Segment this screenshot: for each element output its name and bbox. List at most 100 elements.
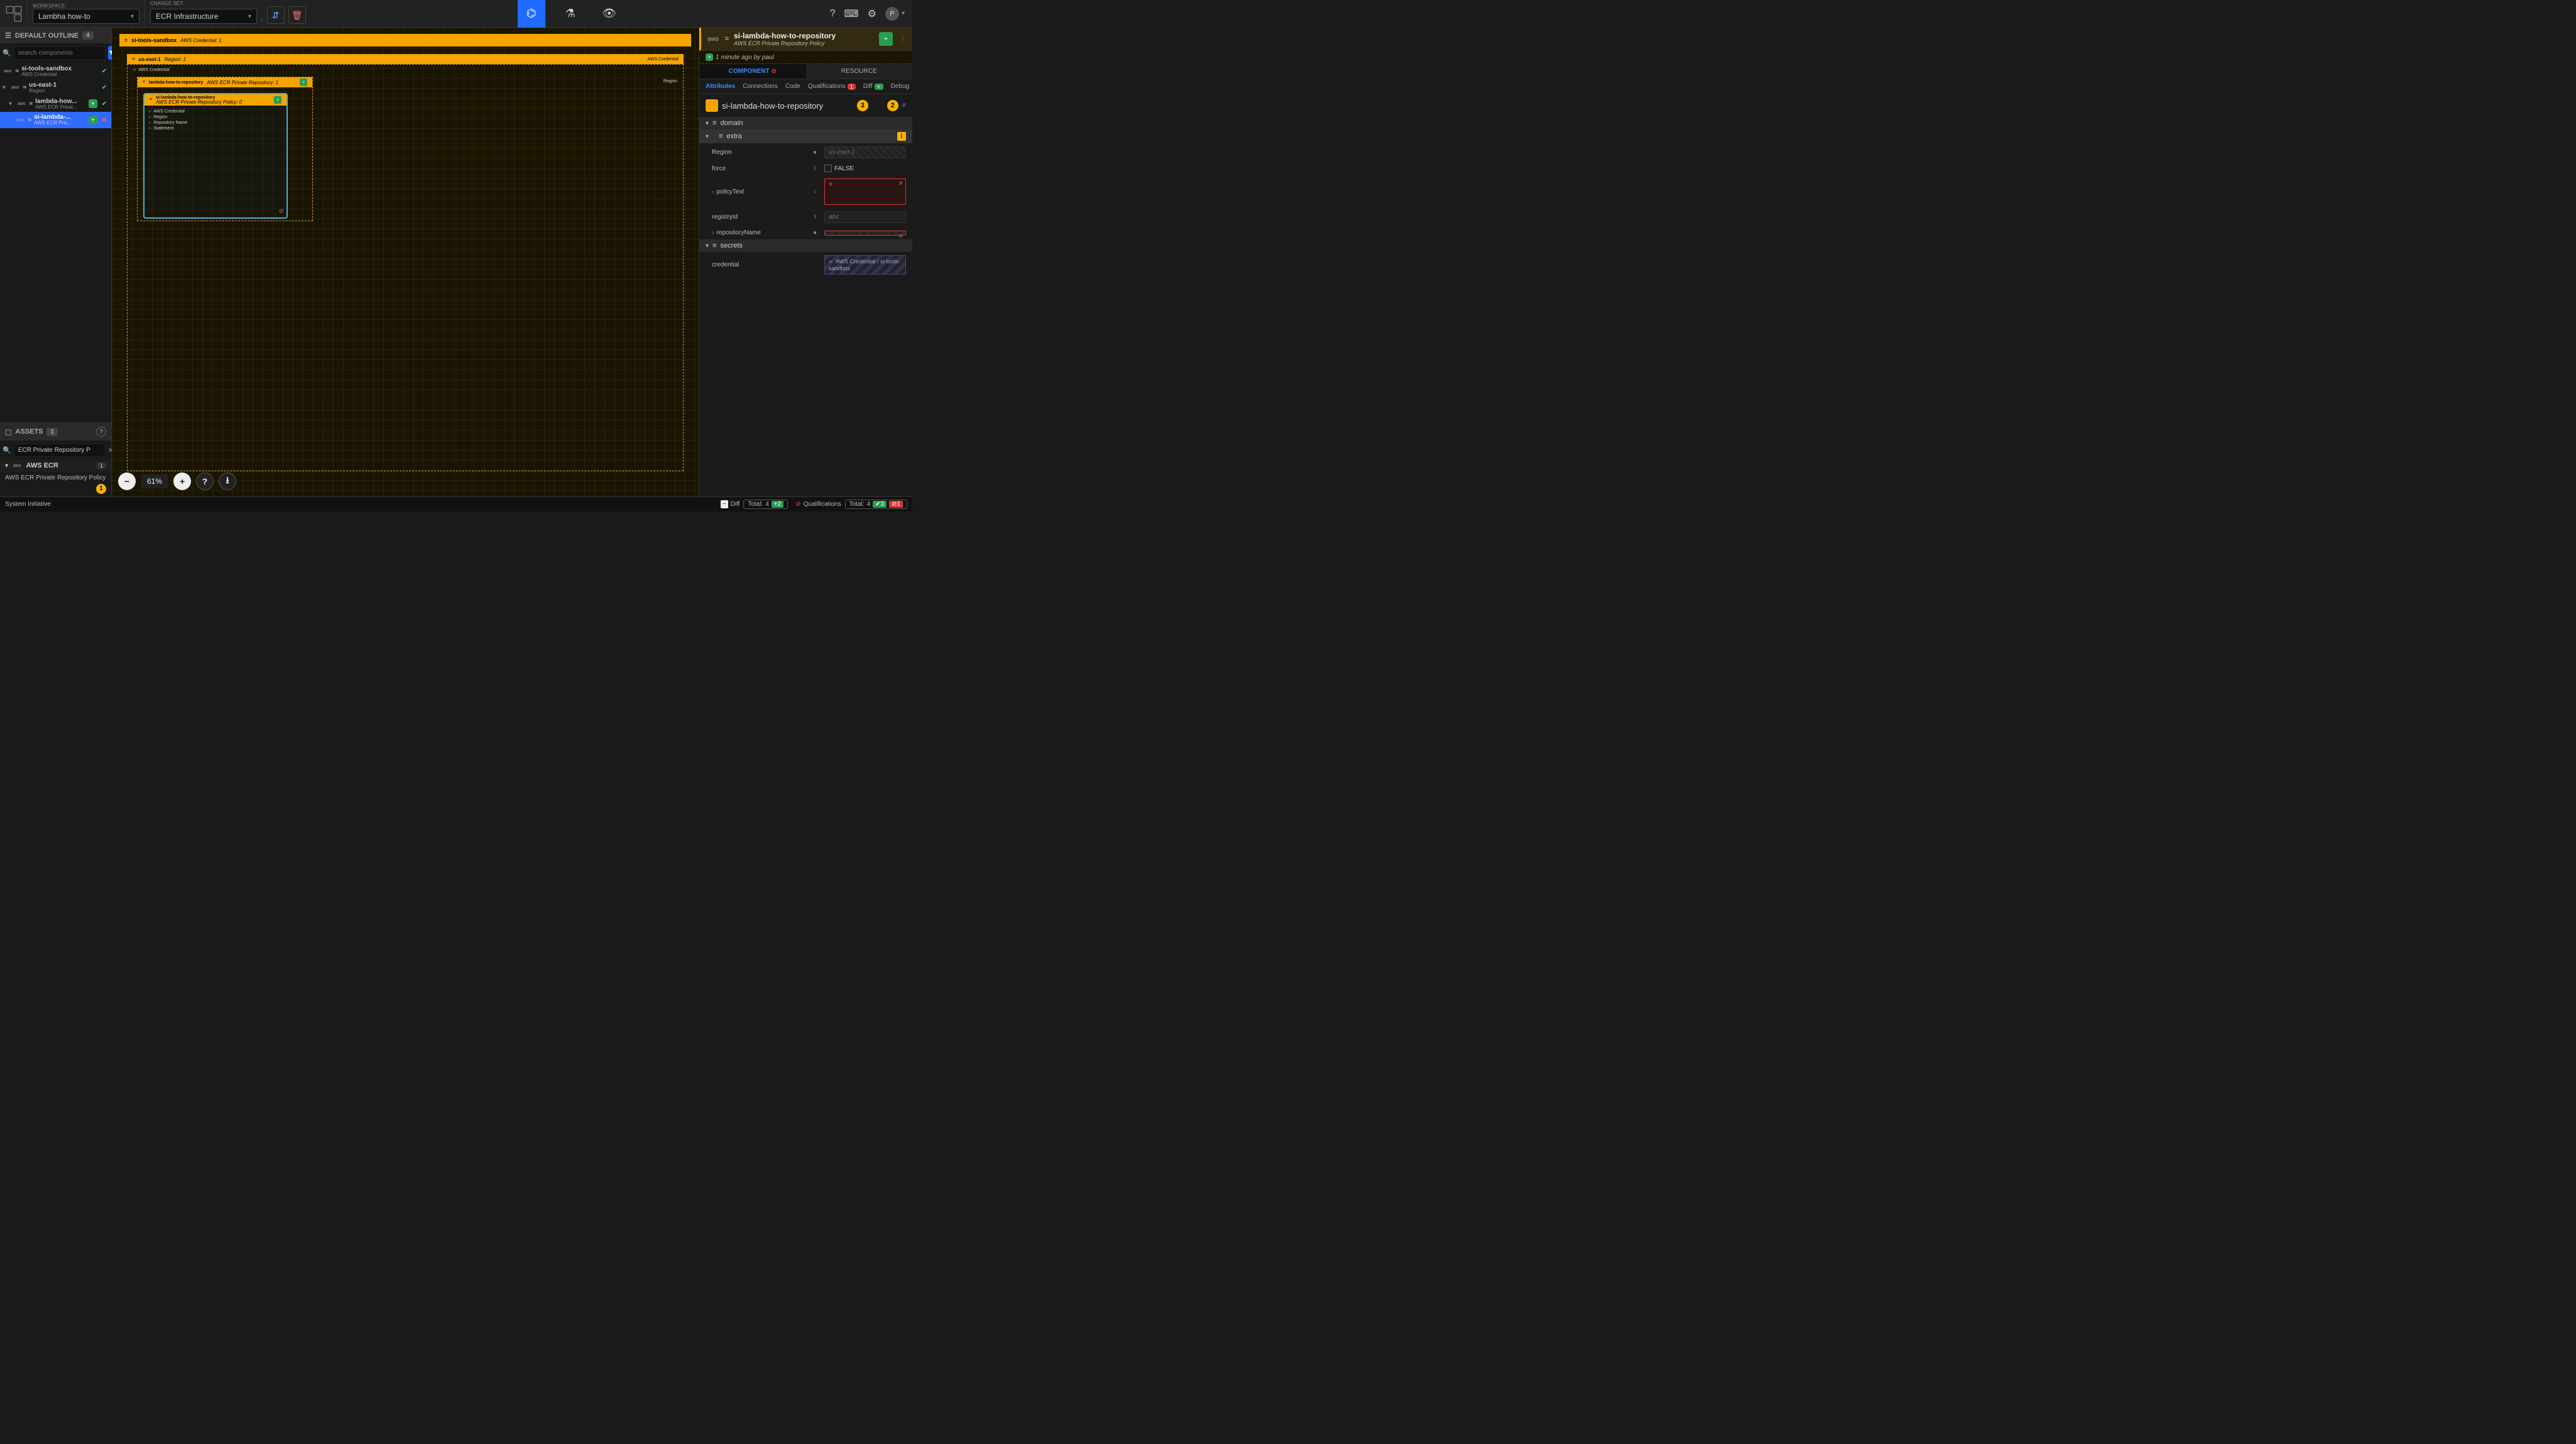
tree-item-policy[interactable]: aws ⌗ si-lambda-...AWS ECR Priv... + ✖: [0, 112, 111, 128]
outline-header[interactable]: ☰ DEFAULT OUTLINE 4: [0, 28, 111, 43]
canvas-header-repo[interactable]: ⌗ lambda-how-to-repository AWS ECR Priva…: [138, 77, 312, 87]
aws-icon: aws: [3, 69, 13, 74]
statusbar-qualifications[interactable]: ⊘ Qualifications: [795, 501, 841, 508]
timestamp-text: 1 minute ago by paul: [716, 54, 774, 61]
add-button[interactable]: +: [879, 32, 893, 46]
chevron-right-icon[interactable]: ›: [712, 229, 714, 236]
statusbar-qual-total[interactable]: Total: 4✔3⊘1: [845, 500, 907, 509]
subtab-connections[interactable]: Connections: [743, 83, 778, 90]
frame-icon: ⌗: [15, 68, 19, 75]
credential-link[interactable]: → AWS Credential / si-tools-sandbox: [824, 255, 906, 275]
workspace-label: WORKSPACE:: [33, 3, 139, 9]
trash-icon: 🗑: [292, 10, 303, 21]
canvas-header-credential[interactable]: ⌗ si-tools-sandbox AWS Credential: 1: [119, 34, 691, 46]
diagram-view-button[interactable]: ⌬: [518, 0, 545, 28]
attr-registryid-input[interactable]: [824, 211, 906, 223]
settings-button[interactable]: ⚙: [868, 8, 876, 20]
assets-search-input[interactable]: [14, 444, 106, 457]
statusbar-diff-total[interactable]: Total: 4+2: [743, 500, 788, 509]
zoom-in-button[interactable]: +: [173, 473, 191, 490]
text-cursor-icon: I: [810, 165, 819, 172]
canvas-help-button[interactable]: ?: [196, 473, 214, 490]
subtab-code[interactable]: Code: [785, 83, 800, 90]
close-icon[interactable]: ✕: [898, 233, 903, 240]
frame-icon: ⌗: [150, 97, 152, 102]
assets-header[interactable]: ⬚ ASSETS 1 ?: [0, 423, 111, 440]
list-icon: ≡: [719, 133, 723, 140]
section-extra[interactable]: ▾≡extraI: [699, 129, 912, 143]
tree-item-credential[interactable]: aws ⌗ si-tools-sandboxAWS Credential ✔: [0, 63, 111, 80]
close-icon[interactable]: ✕: [898, 180, 903, 187]
user-menu[interactable]: P ▾: [885, 7, 905, 21]
download-button[interactable]: ⭳: [219, 473, 236, 490]
discord-button[interactable]: ⌨: [844, 8, 859, 20]
tree-item-region[interactable]: ▾ aws ⌗ us-east-1Region ✔: [0, 80, 111, 96]
subtab-diff[interactable]: Diff+: [863, 83, 883, 90]
attr-policytext: › policyText ○ ≡✕: [699, 175, 912, 208]
canvas-header-region[interactable]: ⌗ us-east-1 Region: 1 AWS Credential: [127, 54, 684, 64]
color-swatch[interactable]: [706, 99, 718, 112]
outline-search-input[interactable]: [14, 46, 106, 60]
canvas-header-policy[interactable]: ⌗ si-lambda-how-to-repositoryAWS ECR Pri…: [145, 94, 287, 106]
status-ok-icon: ✔: [100, 84, 109, 91]
discard-button[interactable]: 🗑: [288, 6, 306, 24]
statusbar-diff[interactable]: ~ Diff: [721, 500, 740, 508]
chevron-down-icon: ▾: [5, 462, 8, 469]
socket-item[interactable]: ○Region: [148, 115, 283, 119]
text-cursor-icon: I: [810, 214, 819, 221]
attr-region: Region ●: [699, 143, 912, 161]
tab-component[interactable]: COMPONENT ⊘: [699, 64, 806, 79]
section-domain[interactable]: ▾≡domain: [699, 117, 912, 129]
help-button[interactable]: ?: [830, 8, 836, 19]
canvas[interactable]: ⌗ si-tools-sandbox AWS Credential: 1 ⌗ u…: [112, 28, 699, 496]
chevron-right-icon[interactable]: ›: [712, 189, 714, 195]
subtab-qualifications[interactable]: Qualifications1: [808, 83, 856, 90]
status-fail-icon: ⊘1: [889, 501, 903, 508]
download-icon: ⭳: [226, 474, 229, 489]
plus-badge-icon: +2: [772, 501, 783, 508]
changeset-dropdown[interactable]: ECR Infrastructure ▾: [150, 9, 257, 24]
attr-force-checkbox[interactable]: FALSE: [824, 165, 906, 172]
frame-icon[interactable]: ⌗: [902, 102, 906, 110]
section-secrets[interactable]: ▾≡secrets: [699, 239, 912, 252]
plus-icon[interactable]: +: [300, 79, 307, 86]
attr-policytext-input[interactable]: ≡✕: [824, 178, 906, 205]
attr-registryid: registryId I: [699, 208, 912, 226]
list-icon: ≡: [712, 119, 716, 127]
zoom-out-button[interactable]: −: [118, 473, 136, 490]
attr-reponame-input[interactable]: ✕: [824, 231, 906, 236]
tab-resource[interactable]: RESOURCE: [806, 64, 913, 79]
frame-icon: ⌗: [124, 37, 128, 44]
asset-item-policy[interactable]: AWS ECR Private Repository Policy 1: [0, 472, 111, 496]
chevron-down-icon: ▾: [9, 101, 14, 107]
assets-count: 1: [46, 428, 58, 436]
watch-view-button[interactable]: 👁: [596, 0, 623, 28]
socket-item[interactable]: ○AWS Credential: [148, 109, 283, 114]
plus-icon[interactable]: +: [274, 96, 281, 104]
subtab-attributes[interactable]: Attributes: [706, 83, 735, 90]
tree-item-repo[interactable]: ▾ aws ⌗ lambda-how...AWS ECR Privat... +…: [0, 96, 111, 112]
outline-search-row: 🔍 ▼: [0, 43, 111, 62]
gear-icon: ⚙: [868, 9, 876, 19]
lab-view-button[interactable]: ⚗: [557, 0, 584, 28]
more-menu-button[interactable]: ⋮: [898, 35, 907, 43]
subtab-debug[interactable]: Debug: [891, 83, 909, 90]
diff-icon: ~: [721, 500, 728, 508]
assets-help-button[interactable]: ?: [96, 427, 106, 437]
flask-icon: ⚗: [565, 7, 576, 20]
app-logo[interactable]: [0, 0, 28, 28]
socket-item[interactable]: ○Repository Name: [148, 121, 283, 125]
component-name-text[interactable]: si-lambda-how-to-repository: [722, 101, 853, 111]
workspace-dropdown[interactable]: Lambha how-to ▾: [33, 9, 139, 24]
canvas-node-policy[interactable]: ⌗ si-lambda-how-to-repositoryAWS ECR Pri…: [143, 93, 288, 219]
zoom-value[interactable]: 61%: [141, 474, 168, 488]
aws-credential-socket[interactable]: ○AWS Credential: [133, 68, 170, 72]
asset-group-aws-ecr[interactable]: ▾ aws AWS ECR 1: [0, 459, 111, 472]
socket-item[interactable]: ○Statement: [148, 126, 283, 131]
merge-icon: ⇵: [272, 10, 280, 21]
merge-button[interactable]: ⇵: [267, 6, 285, 24]
region-output-label[interactable]: Region: [663, 79, 677, 84]
text-cursor-icon[interactable]: I: [897, 132, 906, 141]
plus-badge-icon: +: [875, 84, 883, 90]
box-icon: ⬚: [5, 428, 11, 436]
